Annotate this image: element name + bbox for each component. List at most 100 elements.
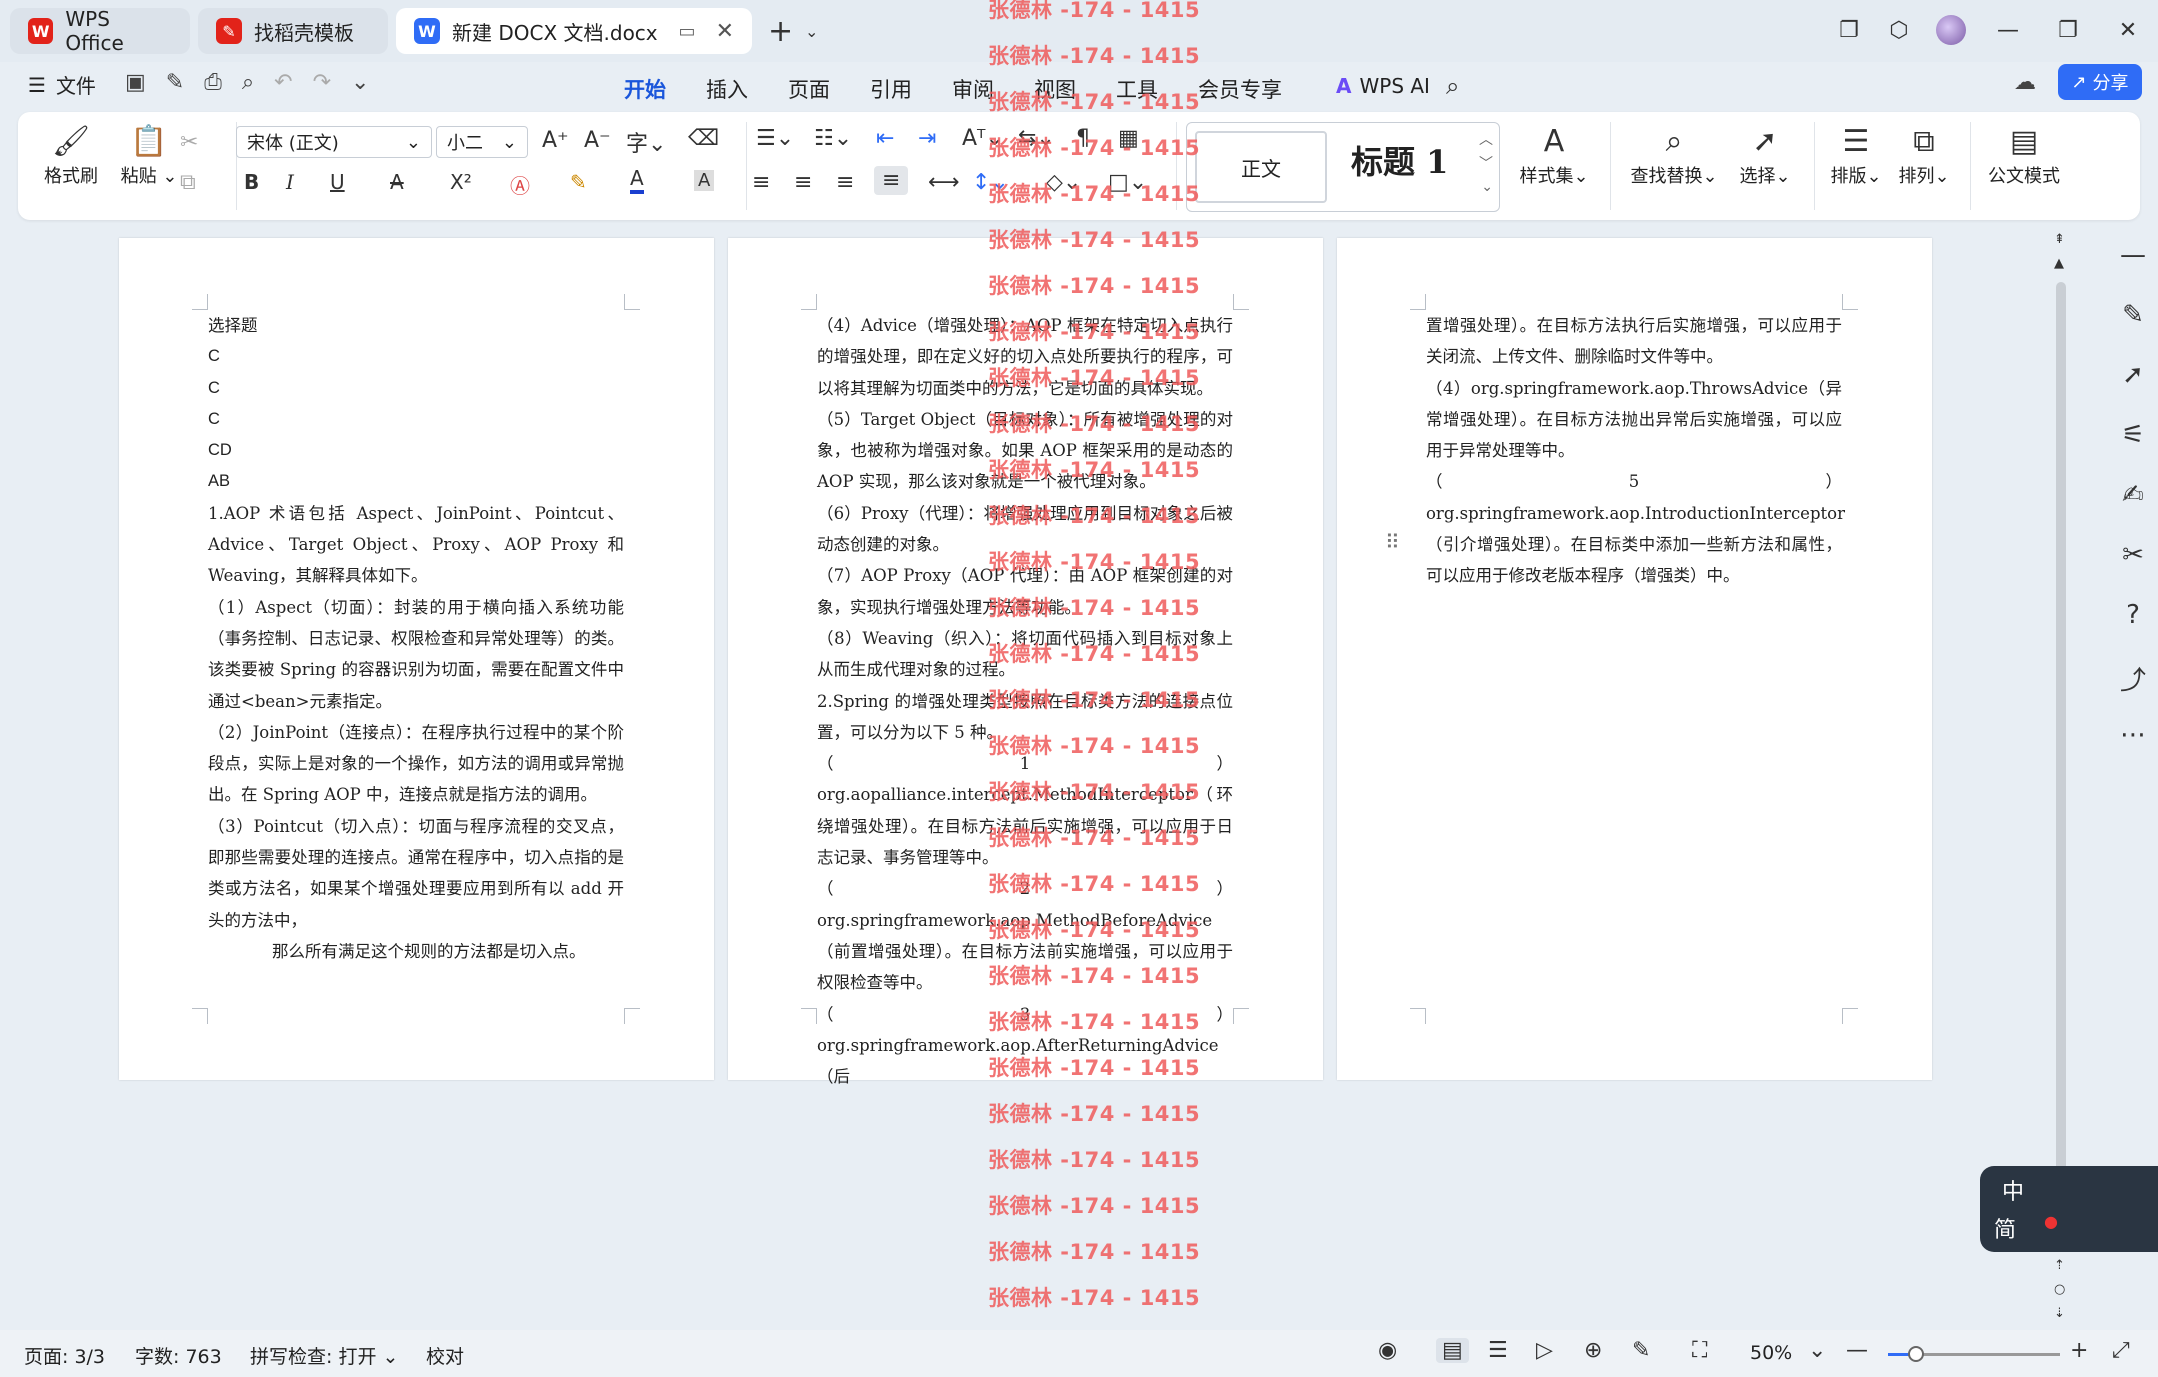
numbered-list-icon[interactable]: ☷⌄ bbox=[814, 126, 852, 151]
zoom-in-icon[interactable]: + bbox=[2070, 1338, 2088, 1363]
font-name-select[interactable]: 宋体 (正文) ⌄ bbox=[236, 126, 432, 158]
zoom-slider-handle[interactable] bbox=[1907, 1346, 1924, 1362]
help-icon[interactable]: ? bbox=[2108, 600, 2158, 660]
cut-icon[interactable]: ✂ bbox=[180, 130, 198, 155]
handwriting-icon[interactable]: ✍ bbox=[2108, 480, 2158, 540]
select-button[interactable]: ➚ 选择⌄ bbox=[1730, 122, 1800, 188]
page-view-icon[interactable]: ▤ bbox=[1436, 1338, 1469, 1363]
tab-wps-office[interactable]: W WPS Office bbox=[10, 7, 190, 55]
spell-check[interactable]: 拼写检查: 打开 ⌄ bbox=[250, 1342, 398, 1369]
share-button[interactable]: ↗ 分享 bbox=[2058, 64, 2142, 100]
char-shade-button[interactable]: A bbox=[694, 170, 715, 191]
zoom-out-icon[interactable]: — bbox=[1846, 1338, 1868, 1363]
tab-docer-templates[interactable]: ✎ 找稻壳模板 bbox=[198, 8, 388, 54]
highlight-icon[interactable]: ✎ bbox=[570, 170, 587, 194]
style-heading-1[interactable]: 标题 1 bbox=[1351, 137, 1448, 183]
layout-button[interactable]: ☰ 排版⌄ bbox=[1824, 122, 1888, 188]
print-preview-icon[interactable]: ⌕ bbox=[242, 70, 254, 95]
tab-page[interactable]: 页面 bbox=[768, 68, 850, 110]
select-browse-icon[interactable]: ○ bbox=[2054, 1282, 2065, 1297]
copy-icon[interactable]: ⧉ bbox=[180, 170, 196, 195]
select-cursor-icon[interactable]: ➚ bbox=[2108, 360, 2158, 420]
share-panel-icon[interactable]: ⤴ bbox=[2108, 660, 2158, 720]
vertical-scrollbar[interactable] bbox=[2056, 282, 2066, 1172]
scroll-up-icon[interactable]: ▲ bbox=[2054, 256, 2064, 271]
justify-icon[interactable]: ≡ bbox=[874, 166, 909, 195]
window-list-icon[interactable]: ❐ bbox=[1824, 18, 1874, 43]
align-left-icon[interactable]: ≡ bbox=[752, 170, 770, 195]
italic-button[interactable]: I bbox=[286, 170, 294, 194]
prev-page-icon[interactable]: ⇡ bbox=[2054, 1258, 2065, 1273]
chevron-down-icon[interactable]: ⌄ bbox=[1808, 1338, 1826, 1363]
style-scroll-down-icon[interactable]: ﹀ bbox=[1479, 153, 1493, 173]
close-window-icon[interactable]: ✕ bbox=[2098, 18, 2158, 43]
font-size-select[interactable]: 小二 ⌄ bbox=[436, 126, 528, 158]
font-color-button[interactable]: A bbox=[630, 166, 644, 194]
tab-home[interactable]: 开始 bbox=[604, 68, 686, 116]
paste-button[interactable]: 📋 粘贴 ⌄ bbox=[114, 122, 184, 188]
redo-icon[interactable]: ↷ bbox=[313, 70, 331, 95]
next-page-icon[interactable]: ⇣ bbox=[2054, 1306, 2065, 1321]
minimize-icon[interactable]: — bbox=[1978, 18, 2038, 43]
chevron-down-icon[interactable]: ⌄ bbox=[805, 22, 818, 41]
pen-mode-icon[interactable]: ✎ bbox=[1632, 1338, 1650, 1363]
search-icon[interactable]: ⌕ bbox=[1446, 72, 1459, 100]
print-icon[interactable]: ⎙ bbox=[204, 70, 222, 95]
fullscreen-icon[interactable]: ⤢ bbox=[2112, 1338, 2130, 1363]
more-icon[interactable]: ⋯ bbox=[2108, 720, 2158, 780]
bold-button[interactable]: B bbox=[244, 170, 259, 194]
tab-references[interactable]: 引用 bbox=[850, 68, 932, 110]
font-grow-icon[interactable]: A⁺ bbox=[542, 128, 569, 153]
adjust-icon[interactable]: ⚟ bbox=[2108, 420, 2158, 480]
web-view-icon[interactable]: ⊕ bbox=[1584, 1338, 1602, 1363]
style-set-button[interactable]: A 样式集⌄ bbox=[1512, 122, 1596, 188]
new-tab-button[interactable]: + bbox=[768, 14, 793, 49]
arrange-button[interactable]: ⧉ 排列⌄ bbox=[1892, 122, 1956, 188]
text-effect-icon[interactable]: Ⓐ bbox=[510, 170, 530, 199]
increase-indent-icon[interactable]: ⇥ bbox=[918, 126, 936, 151]
superscript-button[interactable]: X² bbox=[450, 170, 472, 194]
ime-widget[interactable]: 中 简 ● bbox=[1980, 1166, 2158, 1252]
wps-ai-button[interactable]: A WPS AI bbox=[1336, 74, 1430, 98]
outline-view-icon[interactable]: ☰ bbox=[1488, 1338, 1508, 1363]
screen-icon[interactable]: ▭ bbox=[679, 21, 696, 42]
document-page-3[interactable]: ⠿ 置增强处理）。在目标方法执行后实施增强，可以应用于关闭流、上传文件、删除临时… bbox=[1337, 238, 1932, 1080]
doc-mode-button[interactable]: ▤ 公文模式 bbox=[1980, 122, 2068, 188]
undo-icon[interactable]: ↶ bbox=[274, 70, 292, 95]
align-right-icon[interactable]: ≡ bbox=[836, 170, 854, 195]
document-page-1[interactable]: 选择题 C C C CD AB 1.AOP 术语包括 Aspect、JoinPo… bbox=[119, 238, 714, 1080]
avatar[interactable] bbox=[1936, 15, 1966, 45]
tools-icon[interactable]: ✂ bbox=[2108, 540, 2158, 600]
chevron-down-icon[interactable]: ⌄ bbox=[351, 70, 369, 95]
bullet-list-icon[interactable]: ☰⌄ bbox=[756, 126, 794, 151]
style-expand-icon[interactable]: ⌄ bbox=[1481, 179, 1493, 195]
style-scroll-up-icon[interactable]: ︿ bbox=[1479, 129, 1493, 149]
scroll-top-icon[interactable]: ⇞ bbox=[2054, 232, 2065, 247]
distribute-icon[interactable]: ⟷ bbox=[928, 170, 960, 195]
edit-icon[interactable]: ✎ bbox=[2108, 300, 2158, 360]
phonetic-icon[interactable]: 字⌄ bbox=[626, 126, 666, 158]
cube-icon[interactable]: ⬡ bbox=[1874, 18, 1924, 43]
pen-icon[interactable]: ✎ bbox=[166, 70, 184, 95]
eye-icon[interactable]: ◉ bbox=[1378, 1338, 1397, 1363]
tab-current-document[interactable]: W 新建 DOCX 文档.docx ▭ ✕ bbox=[396, 8, 752, 54]
proofread-button[interactable]: 校对 bbox=[426, 1342, 464, 1369]
eraser-icon[interactable]: ⌫ bbox=[688, 126, 719, 151]
file-menu-button[interactable]: ☰ 文件 bbox=[28, 70, 96, 99]
font-shrink-icon[interactable]: A⁻ bbox=[584, 128, 611, 153]
format-painter-button[interactable]: 🖌 格式刷 bbox=[36, 122, 106, 188]
close-icon[interactable]: ✕ bbox=[716, 19, 734, 44]
tab-insert[interactable]: 插入 bbox=[686, 68, 768, 110]
find-replace-button[interactable]: ⌕ 查找替换⌄ bbox=[1622, 122, 1726, 188]
collapse-icon[interactable]: — bbox=[2108, 240, 2158, 300]
play-icon[interactable]: ▷ bbox=[1536, 1338, 1553, 1363]
align-center-icon[interactable]: ≡ bbox=[794, 170, 812, 195]
underline-button[interactable]: U bbox=[330, 170, 345, 194]
page-indicator[interactable]: 页面: 3/3 bbox=[24, 1342, 105, 1369]
decrease-indent-icon[interactable]: ⇤ bbox=[876, 126, 894, 151]
drag-handle-icon[interactable]: ⠿ bbox=[1385, 530, 1400, 554]
fit-page-icon[interactable]: ⛶ bbox=[1692, 1338, 1707, 1363]
strikethrough-button[interactable]: A bbox=[390, 170, 404, 194]
word-count[interactable]: 字数: 763 bbox=[135, 1342, 222, 1369]
maximize-icon[interactable]: ❐ bbox=[2038, 18, 2098, 43]
